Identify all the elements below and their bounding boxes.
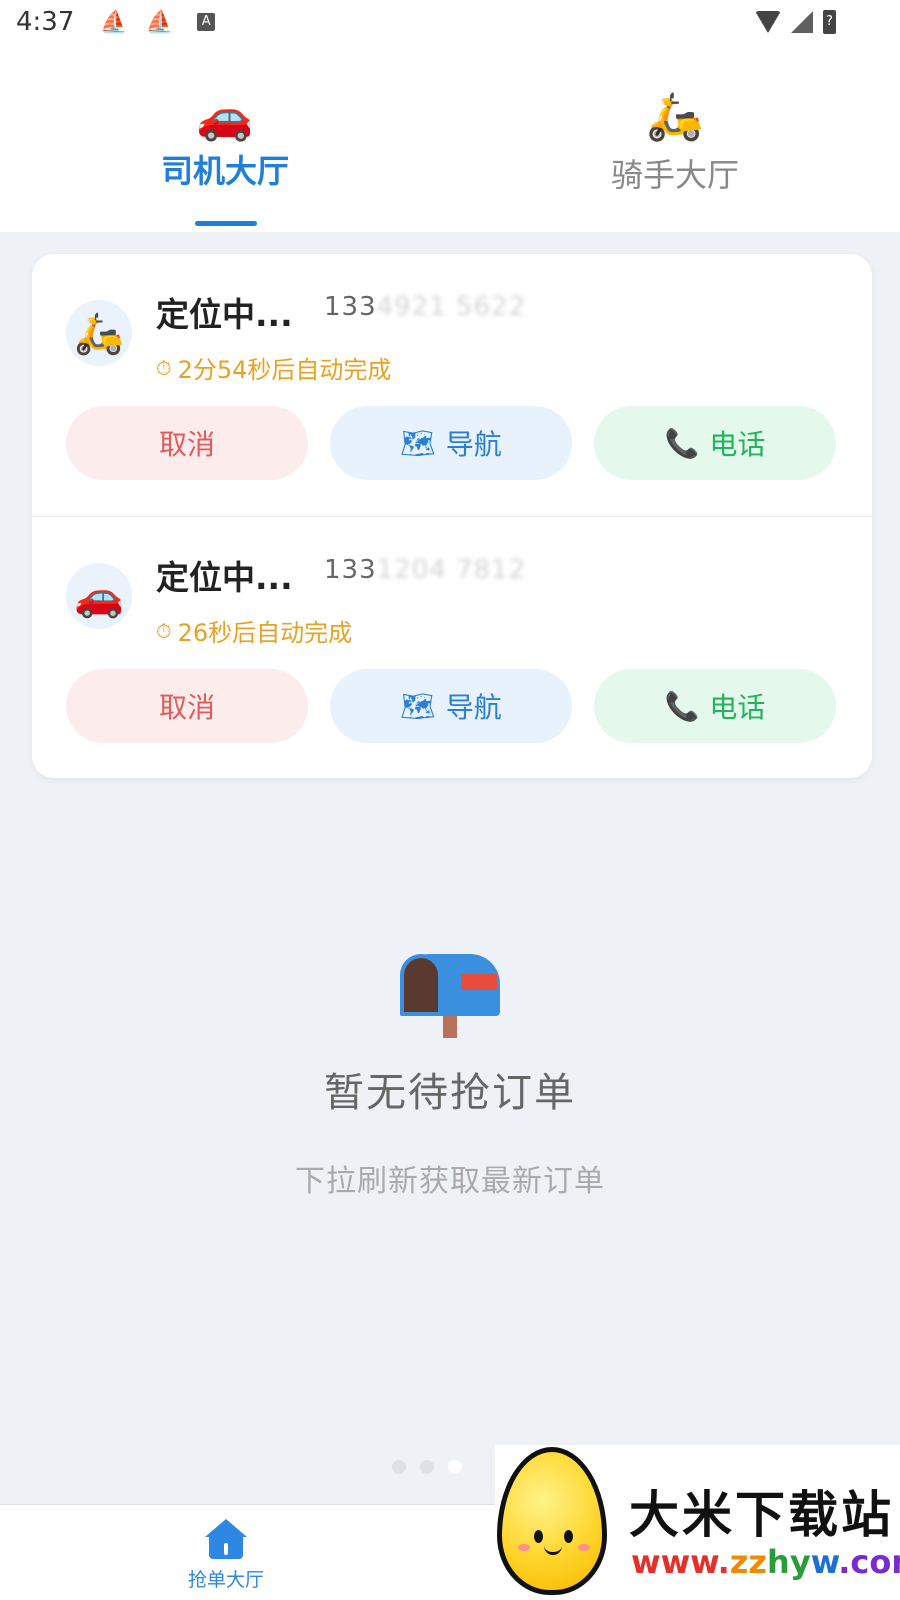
navigate-label: 导航 [445,428,502,461]
order-status-title: 定位中... [156,558,293,597]
tab-rider-hall[interactable]: 🛵 骑手大厅 [450,44,900,232]
order-phone: 1331204 7812 [324,555,526,585]
cancel-button[interactable]: 取消 [66,669,308,743]
site-watermark: 大米下载站 www.zzhyw.com [495,1445,900,1600]
watermark-title: 大米下载站 [629,1486,894,1544]
car-icon: 🚗 [74,573,124,620]
url-part: zz [729,1543,768,1581]
phone-masked: 1204 7812 [376,555,527,585]
order-status-title: 定位中... [156,295,293,334]
call-button[interactable]: 📞 电话 [594,406,836,480]
page-dot-active [448,1460,462,1474]
top-tab-bar: 🚗 司机大厅 🛵 骑手大厅 [0,44,900,232]
order-avatar: 🛵 [66,300,132,366]
status-bar: 4:37 ⛵ ⛵ A ? [0,0,900,44]
ship-icon: ⛵ [145,9,174,35]
nav-item-label: 抢单大厅 [187,1569,264,1591]
order-phone: 1334921 5622 [324,292,526,322]
cancel-button[interactable]: 取消 [66,406,308,480]
car-icon: 🚗 [196,89,254,143]
tab-rider-hall-label: 骑手大厅 [610,156,739,194]
order-item: 🛵 定位中... 1334921 5622 ⏱ 2分54秒后自动完成 取消 🗺 … [32,254,872,516]
empty-state: 暂无待抢订单 下拉刷新获取最新订单 [0,950,900,1200]
tab-driver-hall-label: 司机大厅 [160,152,289,190]
page-dot [392,1460,406,1474]
home-icon [205,1519,247,1561]
url-part: www. [631,1543,730,1581]
app-screen: 4:37 ⛵ ⛵ A ? 🚗 司机大厅 🛵 骑手大厅 🛵 定位中... 1334… [0,0,900,1600]
url-part: hy [767,1543,811,1581]
ship-icon: ⛵ [100,9,128,35]
timer-text: 26秒后自动完成 [177,619,353,647]
a-notification-icon: A [197,13,216,31]
phone-icon: 📞 [664,689,700,723]
url-part: w [810,1543,839,1581]
cancel-label: 取消 [158,691,215,724]
empty-state-subtitle: 下拉刷新获取最新订单 [295,1164,605,1199]
navigate-button[interactable]: 🗺 导航 [330,669,572,743]
page-dot [420,1460,434,1474]
watermark-url: www.zzhyw.com [631,1543,900,1581]
scooter-icon: 🛵 [74,310,124,357]
scooter-icon: 🛵 [646,89,704,143]
signal-icon [791,11,813,33]
status-right: ? [755,10,836,34]
phone-icon: 📞 [664,426,700,460]
wifi-icon [755,11,781,33]
nav-item-grab-order-hall[interactable]: 抢单大厅 [170,1519,282,1592]
active-tab-indicator [195,221,257,226]
order-item: 🚗 定位中... 1331204 7812 ⏱ 26秒后自动完成 取消 🗺 导航… [32,516,872,778]
status-time: 4:37 [16,7,75,37]
call-button[interactable]: 📞 电话 [594,669,836,743]
order-avatar: 🚗 [66,563,132,629]
map-icon: 🗺 [400,426,436,460]
navigate-label: 导航 [445,691,502,724]
phone-prefix: 133 [324,292,377,322]
map-icon: 🗺 [400,689,436,723]
phone-masked: 4921 5622 [376,292,527,322]
stopwatch-icon: ⏱ [156,355,172,380]
url-part: .com [838,1543,900,1581]
navigate-button[interactable]: 🗺 导航 [330,406,572,480]
egg-mascot-icon [497,1447,607,1595]
phone-prefix: 133 [324,555,377,585]
empty-state-title: 暂无待抢订单 [324,1070,576,1116]
call-label: 电话 [709,691,766,724]
cancel-label: 取消 [158,428,215,461]
auto-complete-timer: ⏱ 2分54秒后自动完成 [156,350,391,385]
auto-complete-timer: ⏱ 26秒后自动完成 [156,613,352,648]
orders-card: 🛵 定位中... 1334921 5622 ⏱ 2分54秒后自动完成 取消 🗺 … [32,254,872,778]
battery-icon: ? [823,10,836,34]
page-indicator [392,1460,462,1474]
mailbox-icon [395,950,505,1040]
call-label: 电话 [709,428,766,461]
stopwatch-icon: ⏱ [156,618,172,643]
tab-driver-hall[interactable]: 🚗 司机大厅 [0,44,450,232]
timer-text: 2分54秒后自动完成 [177,356,392,384]
